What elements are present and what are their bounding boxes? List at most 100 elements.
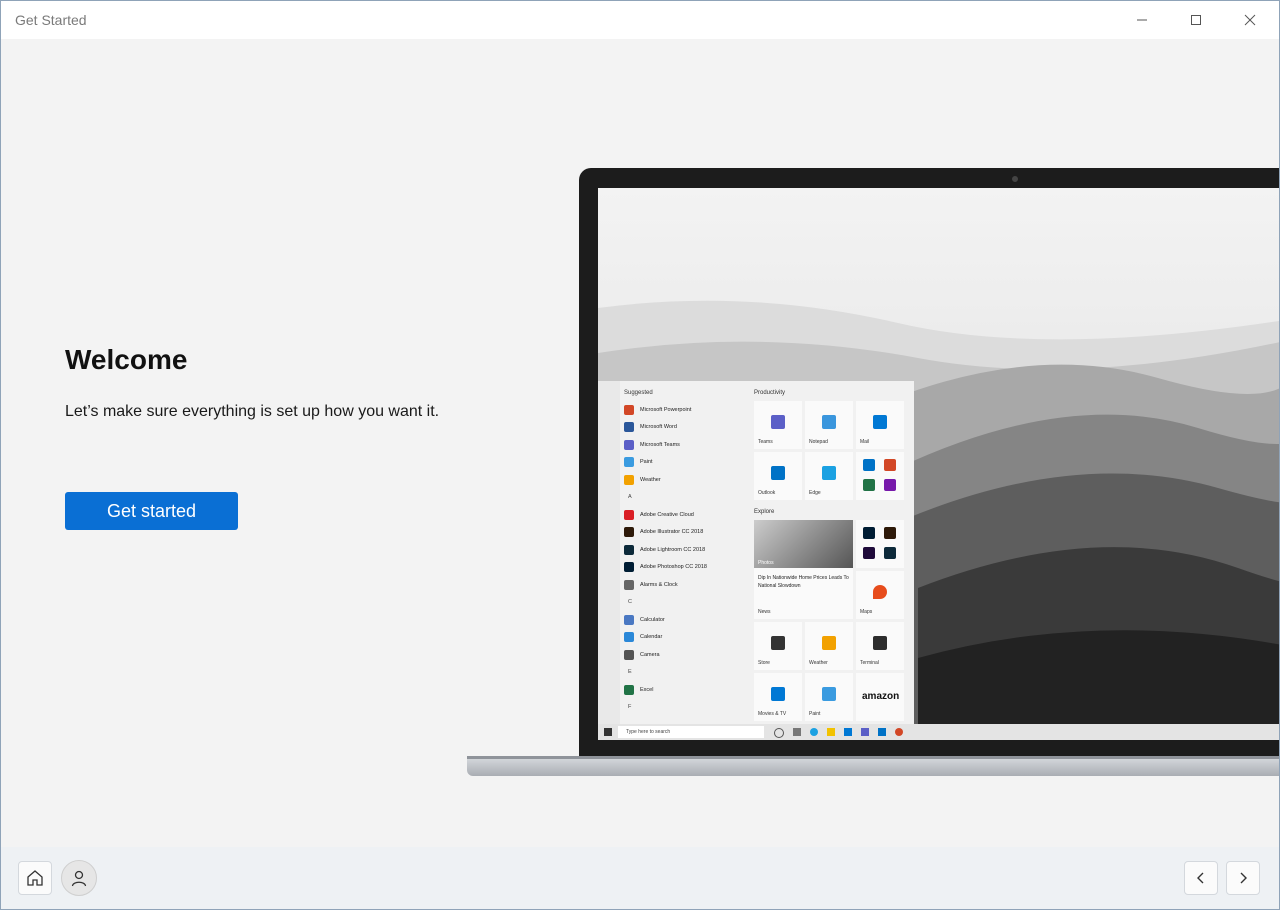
webcam-dot xyxy=(1012,176,1018,182)
powerpoint-icon xyxy=(895,728,903,736)
laptop-lid: Suggested Microsoft Powerpoint Microsoft … xyxy=(579,168,1279,756)
app-group-letter: F xyxy=(628,703,632,710)
tile-label: Outlook xyxy=(758,490,776,496)
explore-side: Maps xyxy=(856,520,904,619)
office-app-icon xyxy=(884,478,896,491)
app-label: Microsoft Powerpoint xyxy=(640,406,692,413)
tile-label: Terminal xyxy=(860,660,879,666)
app-label: Camera xyxy=(640,651,660,658)
laptop-base xyxy=(467,756,1279,776)
productivity-tile: Notepad xyxy=(805,401,853,449)
tile-label: Mail xyxy=(860,439,870,445)
outlook-icon xyxy=(878,728,886,736)
minimize-button[interactable] xyxy=(1119,1,1165,39)
close-icon xyxy=(1244,14,1256,26)
explore-tile: Movies & TV xyxy=(754,673,802,721)
app-list-item: Adobe Photoshop CC 2018 xyxy=(624,559,752,577)
news-headline: Dip In Nationwide Home Prices Leads To N… xyxy=(758,575,849,589)
app-list-item: Adobe Illustrator CC 2018 xyxy=(624,524,752,542)
app-label: Adobe Creative Cloud xyxy=(640,511,694,518)
maps-tile: Maps xyxy=(856,571,904,619)
tile-icon xyxy=(822,466,836,480)
tile-label: amazon xyxy=(862,691,900,702)
maximize-icon xyxy=(1191,15,1201,25)
app-label: Adobe Lightroom CC 2018 xyxy=(640,546,706,553)
app-label: Weather xyxy=(640,476,661,483)
tile-label: Paint xyxy=(809,711,821,717)
tile-icon xyxy=(822,415,836,429)
news-tile: Photos Dip In Nationwide Home Prices Lea… xyxy=(754,520,853,619)
adobe-mini-tiles xyxy=(856,520,904,568)
app-group-letter: A xyxy=(628,493,632,500)
app-icon xyxy=(624,474,634,485)
laptop-illustration: Suggested Microsoft Powerpoint Microsoft … xyxy=(467,168,1279,780)
tile-label: Weather xyxy=(809,660,828,666)
app-icon xyxy=(624,509,634,520)
back-button[interactable] xyxy=(1184,861,1218,895)
office-app-icon xyxy=(884,459,896,471)
productivity-tiles: Teams Notepad Mail Outlook Edge xyxy=(754,401,908,500)
app-icon xyxy=(624,649,634,660)
app-label: Calendar xyxy=(640,634,663,641)
app-icon xyxy=(624,544,634,555)
tile-label: Notepad xyxy=(809,439,828,445)
edge-icon xyxy=(810,728,818,736)
app-icon xyxy=(624,527,634,538)
app-label: Excel xyxy=(640,686,654,693)
app-icon xyxy=(624,562,634,573)
office-mini-tiles xyxy=(856,452,904,500)
app-label: Adobe Illustrator CC 2018 xyxy=(640,529,704,536)
map-pin-icon xyxy=(873,585,887,599)
app-list-item: Microsoft Teams xyxy=(624,436,752,454)
app-list-item: Adobe Lightroom CC 2018 xyxy=(624,541,752,559)
start-tiles: Productivity Teams Notepad Mail Outlook Edge… xyxy=(754,387,908,721)
app-icon xyxy=(624,457,634,468)
chevron-right-icon xyxy=(1240,872,1247,884)
app-list-item: Calendar xyxy=(624,629,752,647)
get-started-button[interactable]: Get started xyxy=(65,492,238,530)
task-view-icon xyxy=(774,728,784,738)
app-list-item: Microsoft Word xyxy=(624,419,752,437)
app-icon xyxy=(624,579,634,590)
tile-icon xyxy=(771,636,785,650)
tile-icon xyxy=(771,415,785,429)
close-button[interactable] xyxy=(1227,1,1273,39)
taskbar-search: Type here to search xyxy=(618,726,764,738)
app-list-item: Microsoft Powerpoint xyxy=(624,401,752,419)
app-label: Paint xyxy=(640,459,653,466)
tile-icon xyxy=(771,466,785,480)
tile-label: Movies & TV xyxy=(758,711,787,717)
page-subtitle: Let’s make sure everything is set up how… xyxy=(65,403,440,420)
laptop-screen: Suggested Microsoft Powerpoint Microsoft … xyxy=(598,188,1279,740)
start-app-list: Suggested Microsoft Powerpoint Microsoft … xyxy=(624,387,752,716)
explore-tile: Weather xyxy=(805,622,853,670)
productivity-tile: Mail xyxy=(856,401,904,449)
explore-row: Photos Dip In Nationwide Home Prices Lea… xyxy=(754,520,908,619)
maximize-button[interactable] xyxy=(1173,1,1219,39)
tile-icon xyxy=(771,687,785,701)
app-list-items: Microsoft Powerpoint Microsoft Word Micros… xyxy=(624,401,752,716)
news-photo-label: Photos xyxy=(758,560,774,566)
app-icon xyxy=(624,684,634,695)
next-button[interactable] xyxy=(1226,861,1260,895)
widgets-icon xyxy=(793,728,801,736)
tile-icon xyxy=(822,636,836,650)
app-label: Microsoft Word xyxy=(640,424,677,431)
explore-header: Explore xyxy=(754,509,775,515)
office-app-icon xyxy=(863,478,875,491)
tile-label: Store xyxy=(758,660,770,666)
tile-label: Maps xyxy=(860,609,873,615)
app-group-letter: C xyxy=(628,598,632,605)
explore-tile: amazon xyxy=(856,673,904,721)
home-button[interactable] xyxy=(18,861,52,895)
app-list-item: Alarms & Clock xyxy=(624,576,752,594)
tile-icon xyxy=(873,415,887,429)
person-icon xyxy=(71,870,87,887)
profile-button[interactable] xyxy=(61,860,97,896)
page-title: Welcome xyxy=(65,344,188,375)
news-source: News xyxy=(758,609,771,615)
explore-tile: Store xyxy=(754,622,802,670)
laptop-hinge xyxy=(467,756,1279,759)
productivity-tile: Teams xyxy=(754,401,802,449)
productivity-tile: Edge xyxy=(805,452,853,500)
